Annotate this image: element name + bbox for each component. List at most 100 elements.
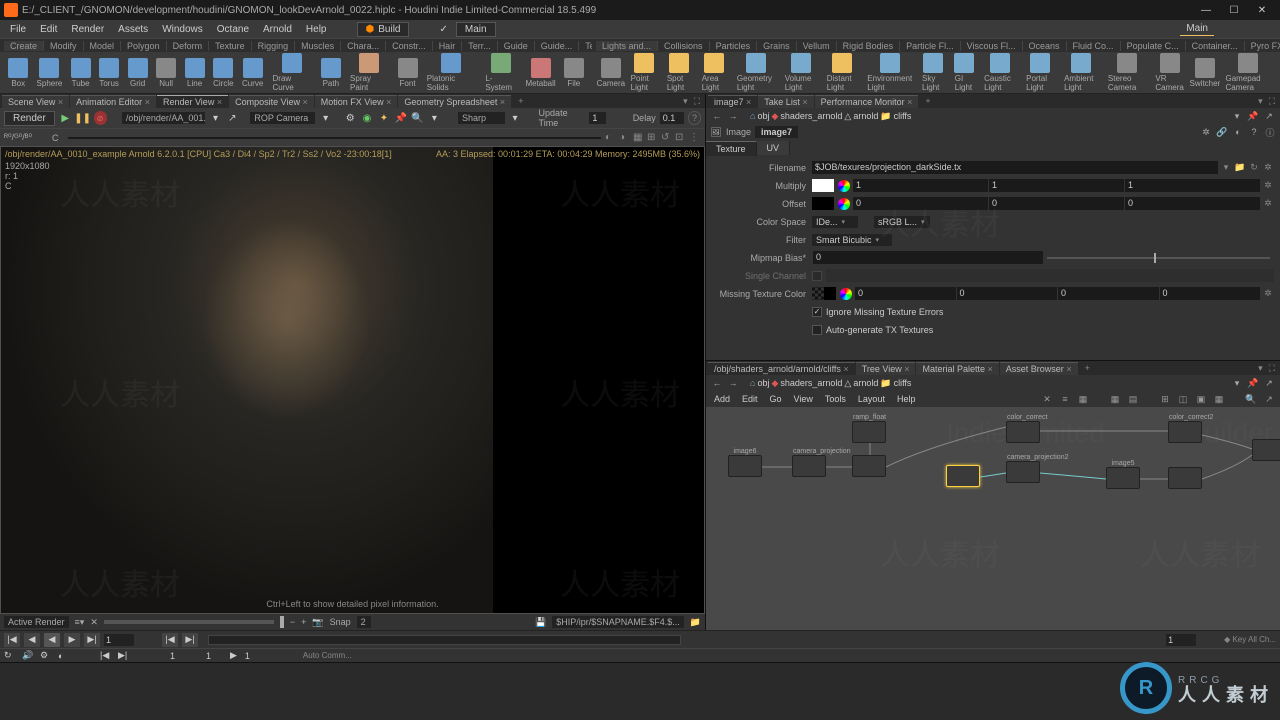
offset-b[interactable]: 0 <box>1125 197 1260 210</box>
color-swatch[interactable] <box>824 287 836 300</box>
icon[interactable]: ⊡ <box>675 132 687 144</box>
zoom-icon[interactable]: 🔍 <box>411 111 424 125</box>
breadcrumb-item[interactable]: ⌂obj <box>750 111 769 121</box>
color-swatch[interactable] <box>812 179 834 192</box>
missing-a[interactable]: 0 <box>1160 287 1261 300</box>
shelf-tab[interactable]: Modify <box>44 41 84 51</box>
gear-icon[interactable]: ✲ <box>1262 162 1274 173</box>
breadcrumb-item[interactable]: ◆shaders_arnold <box>771 378 842 389</box>
end-frame[interactable]: 1 <box>1166 634 1196 646</box>
pane-tab[interactable]: Motion FX View <box>315 95 398 108</box>
shelf-tab[interactable]: Lights and... <box>596 41 658 51</box>
node[interactable]: color_correct2 <box>1168 421 1202 443</box>
shelf-tab[interactable]: Model <box>84 41 122 51</box>
icon[interactable]: ⋮ <box>689 132 701 144</box>
quality-field[interactable]: Sharp <box>458 112 505 124</box>
maximize-button[interactable]: ☐ <box>1220 1 1248 19</box>
icon[interactable]: ◑ <box>619 132 631 144</box>
render-viewport[interactable]: /obj/render/AA_0010_example Arnold 6.2.0… <box>0 146 705 614</box>
play-icon[interactable]: ▶ <box>59 111 72 125</box>
filter-icon[interactable]: ◐ <box>1232 127 1244 137</box>
shelf-tab[interactable]: Particles <box>710 41 758 51</box>
shelf-tool[interactable]: Volume Light <box>780 53 822 92</box>
pane-tab[interactable]: Asset Browser <box>1000 362 1078 375</box>
shelf-tool[interactable]: Tube <box>66 58 95 88</box>
shelf-tool[interactable]: Grid <box>123 58 152 88</box>
icon[interactable]: ⚙ <box>40 650 54 661</box>
shelf-tab[interactable]: Rigid Bodies <box>837 41 901 51</box>
snap-value[interactable]: 2 <box>357 616 371 628</box>
icon[interactable]: ▶| <box>118 650 132 661</box>
menu-windows[interactable]: Windows <box>156 22 209 37</box>
pane-tab[interactable]: /obj/shaders_arnold/arnold/cliffs <box>708 362 855 375</box>
delay-value[interactable]: 0.1 <box>660 112 684 124</box>
shelf-tool[interactable]: Camera <box>596 58 626 88</box>
camera-icon[interactable]: 📷 <box>312 617 323 628</box>
shelf-tool[interactable]: Draw Curve <box>268 53 317 92</box>
shelf-tab[interactable]: Container... <box>1186 41 1245 51</box>
icon[interactable]: ◐ <box>58 651 72 661</box>
shelf-tool[interactable]: Switcher <box>1189 58 1220 88</box>
icon[interactable]: ✕ <box>1040 394 1054 405</box>
net-menu-go[interactable]: Go <box>766 393 786 405</box>
parm-tab-texture[interactable]: Texture <box>706 141 757 156</box>
node[interactable]: camera_projection <box>792 455 826 477</box>
shelf-tool[interactable]: Line <box>180 58 209 88</box>
single-channel-checkbox[interactable] <box>812 271 822 281</box>
parm-tab-uv[interactable]: UV <box>757 141 791 155</box>
chooser-icon[interactable]: ▾ <box>209 111 222 125</box>
back-icon[interactable]: ← <box>710 378 724 388</box>
shelf-tab[interactable]: Terra... <box>579 41 592 51</box>
light-icon[interactable]: ✦ <box>377 111 390 125</box>
shelf-tool[interactable]: Caustic Light <box>979 53 1021 92</box>
help-icon[interactable]: ? <box>688 111 701 125</box>
icon[interactable]: ↺ <box>661 132 673 144</box>
icon[interactable]: ▤ <box>1126 394 1140 405</box>
network-canvas[interactable]: Indie Limited Builder ramp_float image6 … <box>706 407 1280 630</box>
icon[interactable]: ≡ <box>1058 394 1072 404</box>
globe-icon[interactable]: ◉ <box>361 111 374 125</box>
current-frame[interactable]: 1 <box>104 634 134 646</box>
timeline-track[interactable] <box>208 635 681 645</box>
icon[interactable]: ↗ <box>1262 394 1276 405</box>
color-swatch[interactable] <box>812 197 834 210</box>
range-end[interactable]: 1 <box>206 651 226 661</box>
c-field[interactable] <box>68 137 601 139</box>
snapshot-path[interactable]: $HIP/ipr/$SNAPNAME.$F4.$... <box>552 616 684 628</box>
shelf-tool[interactable]: Spot Light <box>662 53 697 92</box>
breadcrumb-item[interactable]: △arnold <box>844 378 878 389</box>
breadcrumb-item[interactable]: 📁cliffs <box>880 111 911 122</box>
shelf-tab[interactable]: Populate C... <box>1121 41 1186 51</box>
missing-b[interactable]: 0 <box>1058 287 1159 300</box>
file-browser-icon[interactable]: 📁 <box>1234 162 1246 173</box>
shelf-tool[interactable]: Ambient Light <box>1059 53 1103 92</box>
next-frame-icon[interactable]: ▶| <box>84 633 100 647</box>
shelf-tab[interactable]: Grains <box>757 41 797 51</box>
reload-icon[interactable]: ↻ <box>1248 162 1260 173</box>
node-selected[interactable] <box>946 465 980 487</box>
icon[interactable]: ▣ <box>1194 394 1208 405</box>
help-icon[interactable]: ? <box>1248 127 1260 137</box>
menu-octane[interactable]: Octane <box>211 22 255 37</box>
menu-arnold[interactable]: Arnold <box>257 22 298 37</box>
node[interactable] <box>1168 467 1202 489</box>
menu-assets[interactable]: Assets <box>112 22 154 37</box>
node[interactable]: camera_projection2 <box>1006 461 1040 483</box>
prev-key-icon[interactable]: |◀ <box>162 633 178 647</box>
shelf-tab[interactable]: Rigging <box>252 41 296 51</box>
gear-icon[interactable]: ✲ <box>1200 127 1212 138</box>
shelf-tool[interactable]: Curve <box>238 58 268 88</box>
jump-icon[interactable]: ↗ <box>226 111 239 125</box>
node[interactable]: image6 <box>728 455 762 477</box>
minus-icon[interactable]: − <box>290 617 295 627</box>
play-backward-icon[interactable]: ◀ <box>44 633 60 647</box>
render-button[interactable]: Render <box>4 111 55 126</box>
shelf-tool[interactable]: Stereo Camera <box>1103 53 1151 92</box>
first-frame-icon[interactable]: |◀ <box>4 633 20 647</box>
autotx-checkbox[interactable] <box>812 325 822 335</box>
pane-tab[interactable]: Tree View <box>856 362 916 375</box>
shelf-tab[interactable]: Create <box>4 41 44 51</box>
filename-field[interactable]: $JOB/texures/projection_darkSide.tx <box>812 161 1218 174</box>
shelf-tool[interactable]: Torus <box>95 58 124 88</box>
node[interactable] <box>852 455 886 477</box>
